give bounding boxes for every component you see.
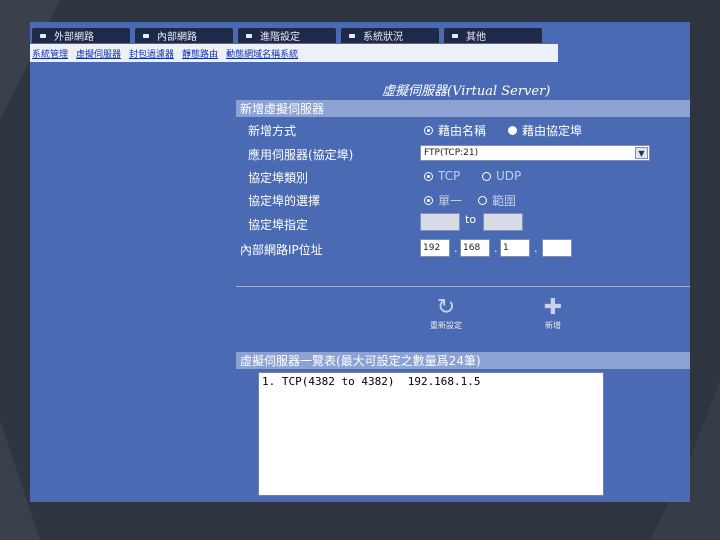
- ip-separator: .: [534, 242, 538, 255]
- app-server-select[interactable]: FTP(TCP:21) ▼: [420, 145, 650, 161]
- tab-bullet-icon: [40, 33, 46, 38]
- port-to-label: to: [465, 213, 477, 226]
- reset-icon: ↻: [436, 295, 456, 320]
- port-assign-label: 協定埠指定: [248, 218, 309, 232]
- port-end-input[interactable]: [483, 213, 523, 231]
- method-by-port-radio[interactable]: 藉由協定埠: [508, 122, 582, 139]
- app-server-label: 應用伺服器(協定埠): [248, 148, 354, 162]
- list-section-header: 虛擬伺服器一覽表(最大可設定之數量爲24筆): [236, 352, 690, 369]
- page-title: 虛擬伺服器(Virtual Server): [382, 84, 551, 99]
- subnav-static-route[interactable]: 靜態路由: [182, 47, 218, 60]
- radio-icon: [508, 126, 517, 135]
- ip-address-label: 內部網路IP位址: [240, 243, 323, 257]
- ip-octet-2-input[interactable]: 168: [460, 239, 490, 257]
- radio-icon: [478, 196, 487, 205]
- list-item[interactable]: 1. TCP(4382 to 4382) 192.168.1.5: [259, 373, 603, 388]
- subnav-virtual-server[interactable]: 虛擬伺服器: [76, 47, 121, 60]
- radio-icon: [482, 171, 491, 181]
- main-tab-bar: 外部網路 內部網路 進階設定 系統狀況 其他: [30, 28, 558, 43]
- tab-internal-network[interactable]: 內部網路: [135, 28, 233, 43]
- method-label: 新增方式: [248, 124, 297, 138]
- tab-external-network[interactable]: 外部網路: [32, 28, 130, 43]
- port-range-radio[interactable]: 範圍: [478, 192, 516, 209]
- add-button[interactable]: ✚ 新增: [528, 296, 578, 331]
- add-section-header: 新增虛擬伺服器: [236, 100, 690, 117]
- port-single-radio[interactable]: 單一: [424, 192, 462, 209]
- port-start-input[interactable]: [420, 213, 460, 231]
- tab-bullet-icon: [246, 33, 252, 38]
- tab-system-status[interactable]: 系統狀況: [341, 28, 439, 43]
- sub-navigation: 系統管理 虛擬伺服器 封包過濾器 靜態路由 動態網域名稱系統: [30, 44, 558, 62]
- method-by-name-radio[interactable]: 藉由名稱: [424, 122, 486, 139]
- subnav-system-admin[interactable]: 系統管理: [32, 47, 68, 60]
- radio-selected-icon: [424, 196, 433, 205]
- virtual-server-list[interactable]: 1. TCP(4382 to 4382) 192.168.1.5: [258, 372, 604, 496]
- ip-separator: .: [494, 242, 498, 255]
- subnav-packet-filter[interactable]: 封包過濾器: [129, 47, 174, 60]
- ip-octet-3-input[interactable]: 1: [500, 239, 530, 257]
- protocol-tcp-radio[interactable]: TCP: [424, 169, 460, 183]
- chevron-down-icon[interactable]: ▼: [635, 147, 648, 159]
- ip-separator: .: [454, 242, 458, 255]
- tab-bullet-icon: [143, 33, 149, 38]
- tab-advanced-settings[interactable]: 進階設定: [238, 28, 336, 43]
- ip-octet-4-input[interactable]: [542, 239, 572, 257]
- protocol-type-label: 協定埠類別: [248, 171, 309, 185]
- router-config-panel: 外部網路 內部網路 進階設定 系統狀況 其他 系統管理 虛擬伺服器 封包過濾器 …: [30, 22, 690, 502]
- radio-selected-icon: [424, 171, 433, 181]
- radio-selected-icon: [424, 126, 433, 135]
- ip-octet-1-input[interactable]: 192: [420, 239, 450, 257]
- tab-bullet-icon: [452, 33, 458, 38]
- tab-bullet-icon: [349, 33, 355, 38]
- section-divider: [236, 286, 690, 287]
- plus-icon: ✚: [543, 295, 563, 320]
- protocol-udp-radio[interactable]: UDP: [482, 169, 521, 183]
- subnav-dynamic-dns[interactable]: 動態網域名稱系統: [226, 47, 298, 60]
- port-choice-label: 協定埠的選擇: [248, 194, 321, 208]
- reset-button[interactable]: ↻ 重新設定: [421, 296, 471, 331]
- tab-other[interactable]: 其他: [444, 28, 542, 43]
